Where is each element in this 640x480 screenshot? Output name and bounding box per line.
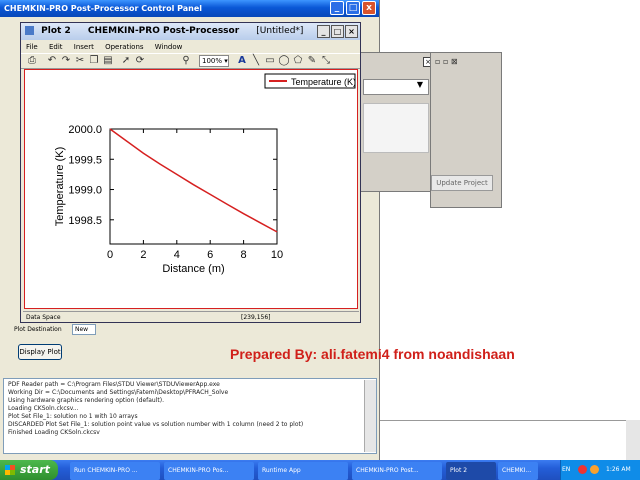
plot-destination-label: Plot Destination: [14, 326, 62, 333]
plot-window: Plot 2 CHEMKIN-PRO Post-Processor [Untit…: [20, 22, 361, 323]
plot-window-title: Plot 2: [41, 26, 71, 36]
x-tick-label: 0: [107, 249, 113, 261]
control-panel-title: CHEMKIN-PRO Post-Processor Control Panel: [4, 4, 203, 13]
control-panel-titlebar: CHEMKIN-PRO Post-Processor Control Panel…: [0, 0, 379, 17]
log-line: Loading CKSoln.ckcsv...: [8, 405, 79, 412]
maximize-button[interactable]: □: [331, 25, 344, 38]
close-button[interactable]: ×: [345, 25, 358, 38]
toolbar: ⎙ ↶ ↷ ✂ ❐ ▤ ➚ ⟳ ⚲ 100% ▾ A ╲ ▭ ◯ ⬠ ✎ ⤡: [21, 53, 360, 69]
legend-label: Temperature (K): [291, 77, 356, 87]
tray-icon[interactable]: [578, 465, 587, 474]
plot-destination-select[interactable]: New: [72, 324, 96, 335]
cut-icon[interactable]: ✂: [73, 54, 87, 68]
plot-canvas[interactable]: 0 2 4 6 8 10 1998.5 1999.0 1999.5 2000.0 Distance …: [24, 69, 358, 309]
x-axis-label: Distance (m): [162, 263, 224, 275]
y-tick-label: 1999.5: [68, 154, 102, 166]
log-line: Finished Loading CKSoln.ckcsv: [8, 429, 100, 436]
menu-operations[interactable]: Operations: [105, 43, 143, 51]
update-project-button[interactable]: Update Project: [431, 175, 493, 191]
pointer-icon[interactable]: ➚: [119, 54, 133, 68]
bottom-panel: [380, 420, 640, 460]
minimize-button[interactable]: _: [317, 25, 330, 38]
y-axis-label: Temperature (K): [54, 147, 66, 226]
menu-file[interactable]: File: [26, 43, 38, 51]
text-tool-icon[interactable]: A: [235, 54, 249, 68]
taskbar-item-active[interactable]: Plot 2: [446, 462, 496, 480]
log-line: PDF Reader path = C:\Program Files\STDU …: [8, 381, 220, 388]
dropdown-arrow-icon[interactable]: ▼: [413, 80, 427, 94]
plot-doc-title: [Untitled*]: [256, 26, 304, 36]
freehand-tool-icon[interactable]: ✎: [305, 54, 319, 68]
line-tool-icon[interactable]: ╲: [249, 54, 263, 68]
watermark: Prepared By: ali.fatemi4 from noandishaa…: [230, 346, 515, 362]
runtime-window: ▼ ×: [360, 52, 438, 192]
ellipse-tool-icon[interactable]: ◯: [277, 54, 291, 68]
zoom-select[interactable]: 100% ▾: [199, 55, 229, 67]
arrow-tool-icon[interactable]: ⤡: [319, 54, 333, 68]
y-tick-label: 1998.5: [68, 215, 102, 227]
rectangle-tool-icon[interactable]: ▭: [263, 54, 277, 68]
series-line: [109, 128, 278, 233]
bottom-scrollbar[interactable]: [626, 420, 640, 460]
taskbar-item[interactable]: Runtime App: [258, 462, 348, 480]
taskbar-item[interactable]: CHEMKIN-PRO Pos...: [164, 462, 254, 480]
windows-logo-icon: [5, 465, 15, 475]
menu-bar: File Edit Insert Operations Window: [21, 42, 360, 53]
log-line: Using hardware graphics rendering option…: [8, 397, 164, 404]
start-label: start: [20, 463, 50, 476]
undo-icon[interactable]: ↶: [45, 54, 59, 68]
minimize-button[interactable]: _: [330, 1, 344, 15]
polygon-tool-icon[interactable]: ⬠: [291, 54, 305, 68]
taskbar-item[interactable]: CHEMKIN-PRO Post...: [352, 462, 442, 480]
log-panel: PDF Reader path = C:\Program Files\STDU …: [3, 378, 377, 454]
y-tick-label: 2000.0: [68, 124, 102, 136]
x-tick-label: 10: [271, 249, 283, 261]
taskbar-item[interactable]: CHEMKI...: [498, 462, 538, 480]
project-window: ▫ ▫ ⊠ Update Project: [430, 52, 502, 208]
x-tick-label: 6: [207, 249, 213, 261]
plot-app-title: CHEMKIN-PRO Post-Processor: [87, 26, 240, 36]
log-scrollbar[interactable]: [364, 380, 376, 452]
x-tick-label: 4: [174, 249, 180, 261]
taskbar-item[interactable]: Run CHEMKIN-PRO ...: [70, 462, 160, 480]
magnify-icon[interactable]: ⚲: [179, 54, 193, 68]
x-tick-label: 2: [140, 249, 146, 261]
display-plot-button[interactable]: Display Plot: [18, 344, 62, 360]
app-icon: [25, 26, 34, 35]
log-line: Working Dir = C:\Documents and Settings\…: [8, 389, 229, 396]
temperature-chart: 0 2 4 6 8 10 1998.5 1999.0 1999.5 2000.0 Distance …: [54, 73, 356, 275]
rotate-icon[interactable]: ⟳: [133, 54, 147, 68]
status-right: [239,156]: [241, 314, 271, 321]
clock: 1:26 AM: [606, 466, 631, 473]
start-button[interactable]: start: [0, 460, 58, 480]
menu-edit[interactable]: Edit: [49, 43, 63, 51]
status-bar: Data Space [239,156]: [23, 311, 359, 322]
y-tick-label: 1999.0: [68, 185, 102, 197]
paste-icon[interactable]: ▤: [101, 54, 115, 68]
maximize-button[interactable]: □: [346, 1, 360, 15]
copy-icon[interactable]: ❐: [87, 54, 101, 68]
close-button[interactable]: x: [362, 1, 376, 15]
menu-insert[interactable]: Insert: [74, 43, 94, 51]
redo-icon[interactable]: ↷: [59, 54, 73, 68]
language-indicator[interactable]: EN: [562, 466, 570, 473]
log-line: DISCARDED Plot Set File_1: solution poin…: [8, 421, 304, 428]
print-icon[interactable]: ⎙: [25, 54, 39, 68]
tray-icon[interactable]: [590, 465, 599, 474]
log-line: Plot Set File_1: solution no 1 with 10 a…: [8, 413, 138, 420]
menu-window[interactable]: Window: [155, 43, 183, 51]
status-left: Data Space: [26, 314, 61, 321]
plot-titlebar: Plot 2 CHEMKIN-PRO Post-Processor [Untit…: [21, 23, 360, 40]
x-tick-label: 8: [241, 249, 247, 261]
